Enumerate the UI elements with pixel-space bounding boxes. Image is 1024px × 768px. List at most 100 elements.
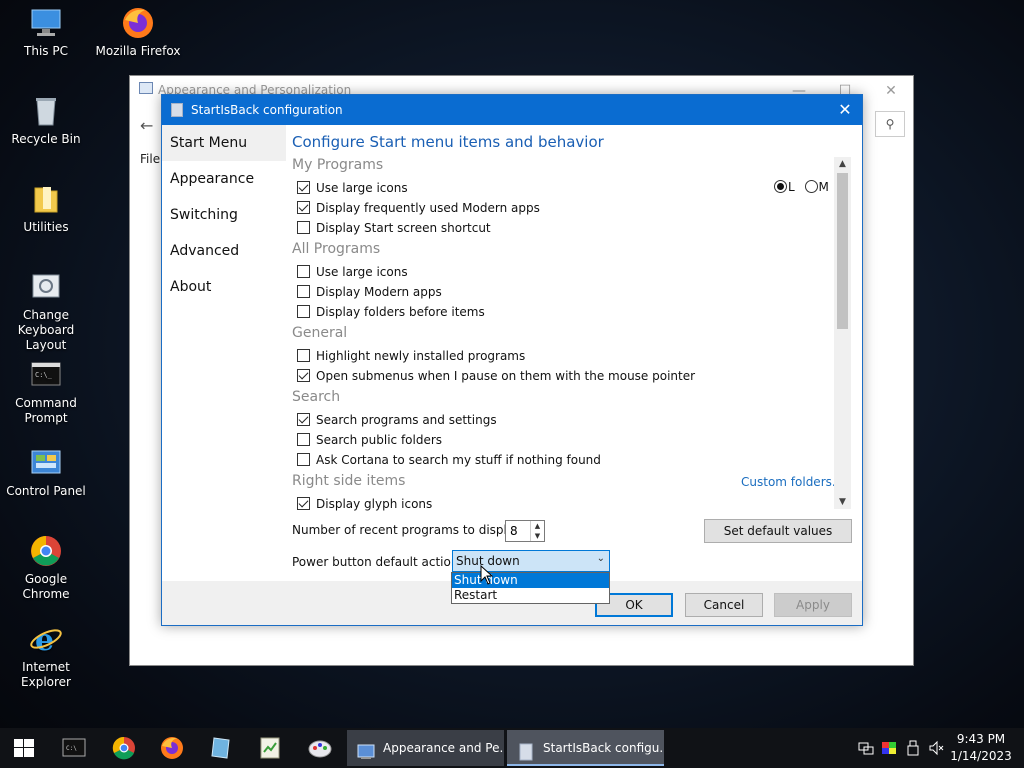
checkbox[interactable] bbox=[297, 453, 310, 466]
svg-text:C:\: C:\ bbox=[66, 745, 77, 752]
close-button[interactable]: ✕ bbox=[868, 78, 914, 104]
firefox-icon[interactable] bbox=[158, 734, 186, 762]
checkbox-checked[interactable] bbox=[297, 497, 310, 510]
checkbox-row[interactable]: Highlight newly installed programs bbox=[297, 349, 525, 365]
chevron-down-icon: ⌄ bbox=[596, 553, 605, 564]
checkbox-checked[interactable] bbox=[297, 201, 310, 214]
checkbox-label: Display glyph icons bbox=[316, 497, 433, 511]
network-icon[interactable] bbox=[858, 740, 874, 768]
checkbox-row[interactable]: Use large icons bbox=[297, 265, 408, 281]
notepad-icon[interactable] bbox=[207, 734, 235, 762]
checkbox-row[interactable]: Display Start screen shortcut bbox=[297, 221, 491, 237]
firefox-icon bbox=[121, 6, 155, 40]
volume-muted-icon[interactable] bbox=[928, 740, 944, 768]
color-icon[interactable] bbox=[881, 740, 897, 768]
desktop-icon-label: Utilities bbox=[23, 220, 69, 234]
radio-medium[interactable] bbox=[804, 180, 818, 193]
dialog-titlebar[interactable]: StartIsBack configuration ✕ bbox=[162, 95, 862, 125]
scroll-thumb[interactable] bbox=[837, 173, 848, 329]
checkbox-row[interactable]: Display glyph icons bbox=[297, 497, 432, 513]
desktop-icon-command-prompt[interactable]: C:\_ Command Prompt bbox=[0, 358, 92, 426]
desktop-icon-label: Command Prompt bbox=[15, 396, 77, 425]
desktop-icon-label: Mozilla Firefox bbox=[95, 44, 181, 58]
startisback-config-dialog[interactable]: StartIsBack configuration ✕ Start Menu A… bbox=[161, 94, 863, 626]
search-icon[interactable]: ⚲ bbox=[875, 111, 905, 137]
checkbox-checked[interactable] bbox=[297, 413, 310, 426]
icon-size-radio-group: L M bbox=[774, 180, 829, 194]
desktop-icon-this-pc[interactable]: This PC bbox=[0, 6, 92, 59]
computer-icon bbox=[29, 6, 63, 40]
checkbox-row[interactable]: Search programs and settings bbox=[297, 413, 497, 429]
dropdown-option-shut-down[interactable]: Shut down bbox=[452, 573, 609, 588]
checkbox[interactable] bbox=[297, 285, 310, 298]
back-arrow-icon[interactable]: ← bbox=[140, 116, 153, 135]
window-icon bbox=[357, 739, 375, 759]
checkbox-label: Display folders before items bbox=[316, 305, 485, 319]
options-scrollbar[interactable]: ▲ ▼ bbox=[834, 157, 851, 509]
apply-button[interactable]: Apply bbox=[774, 593, 852, 617]
checkbox-checked[interactable] bbox=[297, 181, 310, 194]
taskbar-task-appearance[interactable]: Appearance and Pe... bbox=[347, 730, 504, 766]
stepper-up-icon[interactable]: ▲ bbox=[531, 521, 544, 531]
file-menu[interactable]: File bbox=[140, 152, 160, 166]
nav-advanced[interactable]: Advanced bbox=[162, 233, 286, 269]
desktop-icon-keyboard-layout[interactable]: Change Keyboard Layout bbox=[0, 270, 92, 353]
stepper-value[interactable]: 8 bbox=[510, 524, 518, 538]
nav-switching[interactable]: Switching bbox=[162, 197, 286, 233]
checkbox-row[interactable]: Display frequently used Modern apps bbox=[297, 201, 540, 217]
power-action-dropdown-list[interactable]: Shut down Restart bbox=[451, 572, 610, 604]
checkbox-checked[interactable] bbox=[297, 369, 310, 382]
checkbox[interactable] bbox=[297, 265, 310, 278]
desktop-icon-label: Recycle Bin bbox=[11, 132, 81, 146]
checkbox-row[interactable]: Use large icons bbox=[297, 181, 408, 197]
windows-logo-icon bbox=[14, 739, 34, 757]
stepper-down-icon[interactable]: ▼ bbox=[531, 531, 544, 541]
taskbar-task-startisback[interactable]: StartIsBack configu... bbox=[507, 730, 664, 766]
chrome-icon bbox=[29, 534, 63, 568]
task-label: StartIsBack configu... bbox=[543, 741, 664, 755]
checkbox-label: Search programs and settings bbox=[316, 413, 497, 427]
checkbox-label: Open submenus when I pause on them with … bbox=[316, 369, 696, 383]
cmd-icon[interactable]: C:\ bbox=[60, 734, 88, 762]
checkbox-row[interactable]: Display folders before items bbox=[297, 305, 485, 321]
set-default-values-button[interactable]: Set default values bbox=[704, 519, 852, 543]
paint-icon[interactable] bbox=[306, 734, 334, 762]
nav-about[interactable]: About bbox=[162, 269, 286, 305]
section-my-programs: My Programs bbox=[292, 157, 384, 173]
checkbox-row[interactable]: Display Modern apps bbox=[297, 285, 442, 301]
cancel-button[interactable]: Cancel bbox=[685, 593, 763, 617]
section-search: Search bbox=[292, 389, 341, 405]
desktop-icon-internet-explorer[interactable]: e Internet Explorer bbox=[0, 622, 92, 690]
checkbox-row[interactable]: Search public folders bbox=[297, 433, 442, 449]
checkbox[interactable] bbox=[297, 433, 310, 446]
checkbox[interactable] bbox=[297, 349, 310, 362]
window-icon bbox=[139, 82, 153, 94]
nav-appearance[interactable]: Appearance bbox=[162, 161, 286, 197]
chrome-icon[interactable] bbox=[110, 734, 138, 762]
usb-icon[interactable] bbox=[906, 740, 920, 768]
scroll-down-icon[interactable]: ▼ bbox=[834, 495, 851, 509]
checkbox[interactable] bbox=[297, 221, 310, 234]
checkbox-row[interactable]: Ask Cortana to search my stuff if nothin… bbox=[297, 453, 601, 469]
custom-folders-link[interactable]: Custom folders... bbox=[741, 475, 843, 489]
folder-icon bbox=[29, 182, 63, 216]
section-general: General bbox=[292, 325, 348, 341]
desktop-icon-recycle-bin[interactable]: Recycle Bin bbox=[0, 94, 92, 147]
start-button[interactable] bbox=[0, 728, 48, 768]
nav-start-menu[interactable]: Start Menu bbox=[162, 125, 286, 161]
scroll-up-icon[interactable]: ▲ bbox=[834, 157, 851, 171]
desktop-icon-firefox[interactable]: Mozilla Firefox bbox=[92, 6, 184, 59]
desktop-icon-control-panel[interactable]: Control Panel bbox=[0, 446, 92, 499]
radio-large[interactable] bbox=[774, 180, 787, 193]
close-button[interactable]: ✕ bbox=[828, 95, 862, 125]
checkbox[interactable] bbox=[297, 305, 310, 318]
spreadsheet-icon[interactable] bbox=[256, 734, 284, 762]
dropdown-option-restart[interactable]: Restart bbox=[452, 588, 609, 603]
checkbox-row[interactable]: Open submenus when I pause on them with … bbox=[297, 369, 695, 385]
desktop-icon-utilities[interactable]: Utilities bbox=[0, 182, 92, 235]
radio-label: L bbox=[788, 180, 795, 194]
desktop-icon-chrome[interactable]: Google Chrome bbox=[0, 534, 92, 602]
recent-programs-stepper[interactable]: 8 ▲ ▼ bbox=[505, 520, 545, 542]
system-clock[interactable]: 9:43 PM 1/14/2023 bbox=[948, 731, 1014, 765]
power-action-select[interactable]: Shut down ⌄ bbox=[452, 550, 610, 572]
